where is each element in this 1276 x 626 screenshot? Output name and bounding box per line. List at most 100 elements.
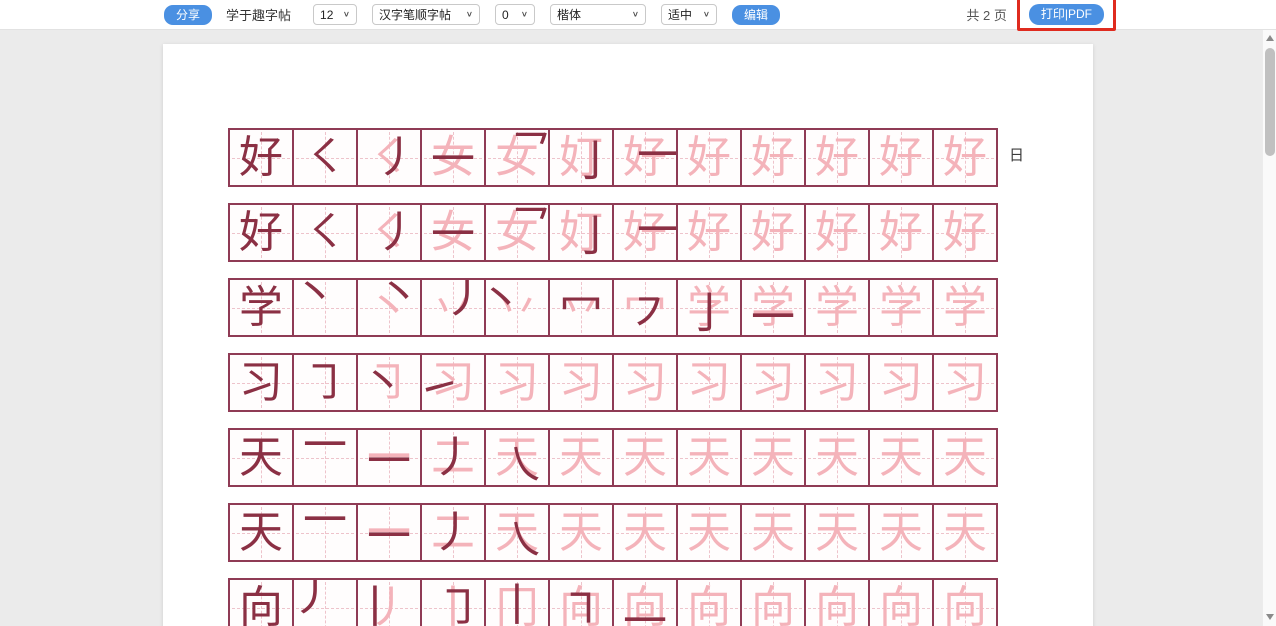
trace-stroke-glyph: 向 <box>550 580 612 626</box>
current-stroke-glyph: ㇀ <box>420 361 470 412</box>
grid-cell: 好 <box>676 128 742 187</box>
grid-cell: 丶丶 <box>356 278 422 337</box>
grid-cell: ㇛ <box>292 203 358 262</box>
grid-cell: 习㇀ <box>420 353 486 412</box>
trace-stroke-glyph: 习 <box>550 355 612 410</box>
trace-stroke-glyph: 天 <box>934 505 996 560</box>
chevron-down-icon: ∨ <box>466 10 473 19</box>
current-stroke-glyph: 一 <box>294 503 356 548</box>
scrollbar[interactable] <box>1262 30 1276 626</box>
grid-cell: 一一 <box>356 428 422 487</box>
grid-cell: 天 <box>228 503 294 562</box>
current-stroke-glyph: 丨 <box>356 580 406 626</box>
grid-cell: ㇛ <box>292 128 358 187</box>
trace-stroke-glyph: 学 <box>742 280 804 335</box>
current-stroke-glyph: ㇕ <box>550 582 612 626</box>
grid-cell: ㇛丿 <box>356 128 422 187</box>
grid-cell: 天 <box>740 503 806 562</box>
current-stroke-glyph: ㇇ <box>618 286 678 337</box>
offset-select[interactable]: 0∨ <box>495 4 535 25</box>
trace-stroke-glyph: 习 <box>806 355 868 410</box>
grid-cell: ㇆ <box>292 353 358 412</box>
trace-stroke-glyph: 丿 <box>358 580 420 626</box>
trace-stroke-glyph: 习 <box>934 355 996 410</box>
chevron-down-icon: ∨ <box>343 10 350 19</box>
grid-cell: 天 <box>804 428 870 487</box>
font-select[interactable]: 楷体 ∨ <box>550 4 646 25</box>
spacing-select[interactable]: 适中∨ <box>661 4 717 25</box>
grid-cell: 学亅 <box>676 278 742 337</box>
trace-stroke-glyph: 习 <box>742 355 804 410</box>
grid-cell: 学一 <box>740 278 806 337</box>
toolbar-selects: 12∨汉字笔顺字帖∨0∨楷体∨适中∨ <box>313 4 732 25</box>
share-button[interactable]: 分享 <box>164 5 212 25</box>
grid-cell: 向 <box>740 578 806 626</box>
grid-cell: 好一 <box>612 203 678 262</box>
current-stroke-glyph: 丿 <box>422 430 484 485</box>
trace-stroke-glyph: 习 <box>870 355 932 410</box>
trace-stroke-glyph: 习 <box>614 355 676 410</box>
current-stroke-glyph: 天 <box>230 430 292 485</box>
trace-stroke-glyph: 向 <box>806 580 868 626</box>
grid-cell: 习 <box>676 353 742 412</box>
trace-stroke-glyph: 好 <box>870 130 932 185</box>
trace-stroke-glyph: 天 <box>742 430 804 485</box>
grid-cell: 天 <box>932 503 998 562</box>
trace-stroke-glyph: 天 <box>486 430 548 485</box>
print-pdf-button[interactable]: 打印|PDF <box>1029 4 1104 25</box>
trace-stroke-glyph: ㇆ <box>358 355 420 410</box>
font-size-select[interactable]: 12∨ <box>313 4 357 25</box>
trace-stroke-glyph: 好 <box>934 205 996 260</box>
trace-stroke-glyph: 丷 <box>550 280 612 335</box>
offset-select-value: 0 <box>502 8 509 22</box>
scrollbar-down-icon[interactable] <box>1266 614 1274 620</box>
chevron-down-icon: ∨ <box>632 10 639 19</box>
grid-cell: 好 <box>228 128 294 187</box>
trace-stroke-glyph: 学 <box>934 280 996 335</box>
chevron-down-icon: ∨ <box>521 10 528 19</box>
trace-stroke-glyph: 天 <box>678 430 740 485</box>
grid-cell: 一 <box>292 503 358 562</box>
current-stroke-glyph: 天 <box>230 505 292 560</box>
current-stroke-glyph: ㇛ <box>294 205 356 260</box>
trace-stroke-glyph: 天 <box>550 430 612 485</box>
grid-cell: 向一 <box>612 578 678 626</box>
edit-button[interactable]: 编辑 <box>732 5 780 25</box>
grid-cell: 向 <box>932 578 998 626</box>
grid-cell: 奵亅 <box>548 203 614 262</box>
trace-stroke-glyph: 女 <box>486 130 548 185</box>
current-stroke-glyph: 一 <box>294 428 356 473</box>
grid-cell: 丶 <box>292 278 358 337</box>
trace-stroke-glyph: 奵 <box>550 205 612 260</box>
grid-cell: 习 <box>484 353 550 412</box>
current-stroke-glyph: 丿 <box>422 505 484 560</box>
grid-cell: 向 <box>868 578 934 626</box>
current-stroke-glyph: 学 <box>230 280 292 335</box>
current-stroke-glyph: 丶 <box>368 278 422 321</box>
scrollbar-up-icon[interactable] <box>1266 35 1274 41</box>
scrollbar-thumb[interactable] <box>1265 48 1275 156</box>
current-stroke-glyph: 一 <box>358 434 420 487</box>
current-stroke-glyph: 一 <box>742 290 804 337</box>
font-select-value: 楷体 <box>557 6 581 23</box>
grid-cell: 好 <box>228 203 294 262</box>
trace-stroke-glyph: 习 <box>422 355 484 410</box>
grid-cell: 学 <box>804 278 870 337</box>
sheet-type-select-value: 汉字笔顺字帖 <box>379 6 451 23</box>
grid-cell: 习 <box>548 353 614 412</box>
grid-cell: 女㇖ <box>484 203 550 262</box>
trace-stroke-glyph: 一 <box>358 430 420 485</box>
trace-stroke-glyph: 天 <box>614 505 676 560</box>
trace-stroke-glyph: ㇛ <box>358 130 420 185</box>
trace-stroke-glyph: 学 <box>806 280 868 335</box>
trace-stroke-glyph: 学 <box>678 280 740 335</box>
trace-stroke-glyph: 一 <box>358 505 420 560</box>
worksheet-page: 姓名 班级 年 月 日 好㇛㇛丿女一女㇖奵亅好一好好好好好好㇛㇛丿女一女㇖奵亅好… <box>163 44 1093 626</box>
sheet-type-select[interactable]: 汉字笔顺字帖 ∨ <box>372 4 480 25</box>
grid-cell: 好 <box>932 128 998 187</box>
grid-cell: 天 <box>676 428 742 487</box>
current-stroke-glyph: 冖 <box>550 280 612 335</box>
trace-stroke-glyph: 好 <box>934 130 996 185</box>
current-stroke-glyph: 丶 <box>484 278 532 327</box>
trace-stroke-glyph: 好 <box>678 205 740 260</box>
